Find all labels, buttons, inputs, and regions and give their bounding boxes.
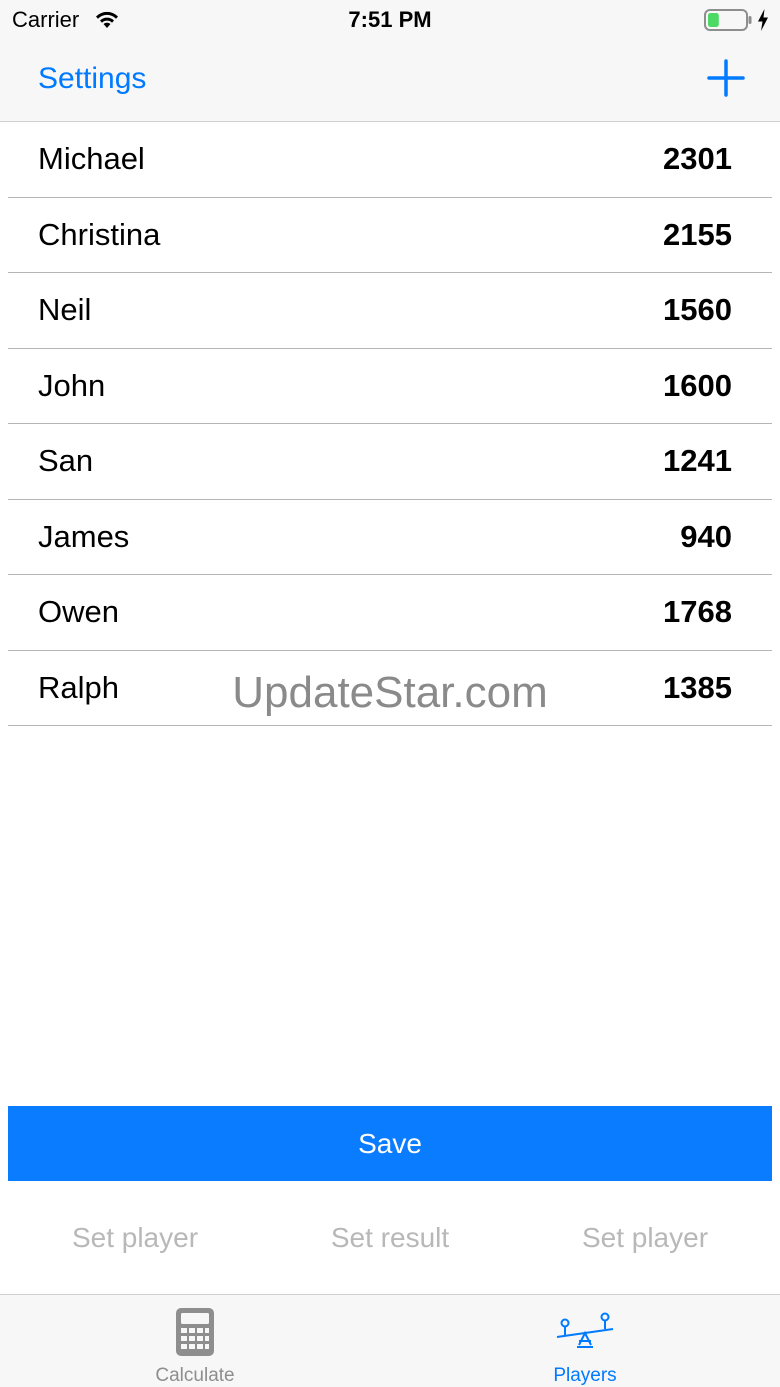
plus-icon[interactable]: [706, 58, 746, 98]
players-list: Michael 2301 Christina 2155 Neil 1560 John 1600…: [8, 122, 772, 726]
player-row[interactable]: James 940: [8, 500, 772, 575]
charging-bolt-icon: [758, 9, 768, 31]
player-name: James: [38, 518, 130, 554]
player-row[interactable]: John 1600: [8, 349, 772, 424]
player-name: Neil: [38, 292, 92, 327]
player-name: San: [38, 443, 94, 478]
player-name: John: [38, 367, 106, 403]
player-name: Christina: [38, 216, 161, 252]
set-player-button-right[interactable]: Set player: [515, 1212, 775, 1264]
player-score: 2155: [663, 216, 732, 252]
player-row[interactable]: San 1241: [8, 424, 772, 500]
player-row[interactable]: Michael 2301: [8, 122, 772, 198]
tab-calculate-label: Calculate: [155, 1365, 235, 1386]
action-row: Set player Set result Set player: [0, 1212, 780, 1264]
player-score: 2301: [663, 141, 732, 176]
tab-players[interactable]: Players: [390, 1295, 780, 1387]
set-player-button-left[interactable]: Set player: [5, 1212, 265, 1264]
player-name: Ralph: [38, 669, 119, 705]
settings-button[interactable]: Settings: [38, 62, 146, 96]
battery-icon: [704, 9, 752, 31]
player-row[interactable]: Christina 2155: [8, 198, 772, 273]
set-result-button[interactable]: Set result: [260, 1212, 520, 1264]
player-row[interactable]: Ralph 1385: [8, 651, 772, 726]
player-row[interactable]: Neil 1560: [8, 273, 772, 349]
player-score: 1241: [663, 443, 732, 478]
status-bar: Carrier 7:51 PM: [0, 0, 780, 40]
player-row[interactable]: Owen 1768: [8, 575, 772, 651]
calculator-icon: [176, 1308, 214, 1356]
tab-players-label: Players: [553, 1365, 617, 1386]
player-score: 940: [680, 518, 732, 554]
player-score: 1768: [663, 594, 732, 629]
player-name: Michael: [38, 141, 145, 176]
player-score: 1600: [663, 367, 732, 403]
save-button[interactable]: Save: [8, 1106, 772, 1181]
player-name: Owen: [38, 594, 119, 629]
player-score: 1560: [663, 292, 732, 327]
player-score: 1385: [663, 669, 732, 705]
tab-calculate[interactable]: Calculate: [0, 1295, 390, 1387]
status-time: 7:51 PM: [348, 7, 432, 32]
navigation-bar: Settings: [0, 40, 780, 122]
tab-bar: Calculate Players: [0, 1294, 780, 1387]
seesaw-icon: [556, 1312, 614, 1348]
